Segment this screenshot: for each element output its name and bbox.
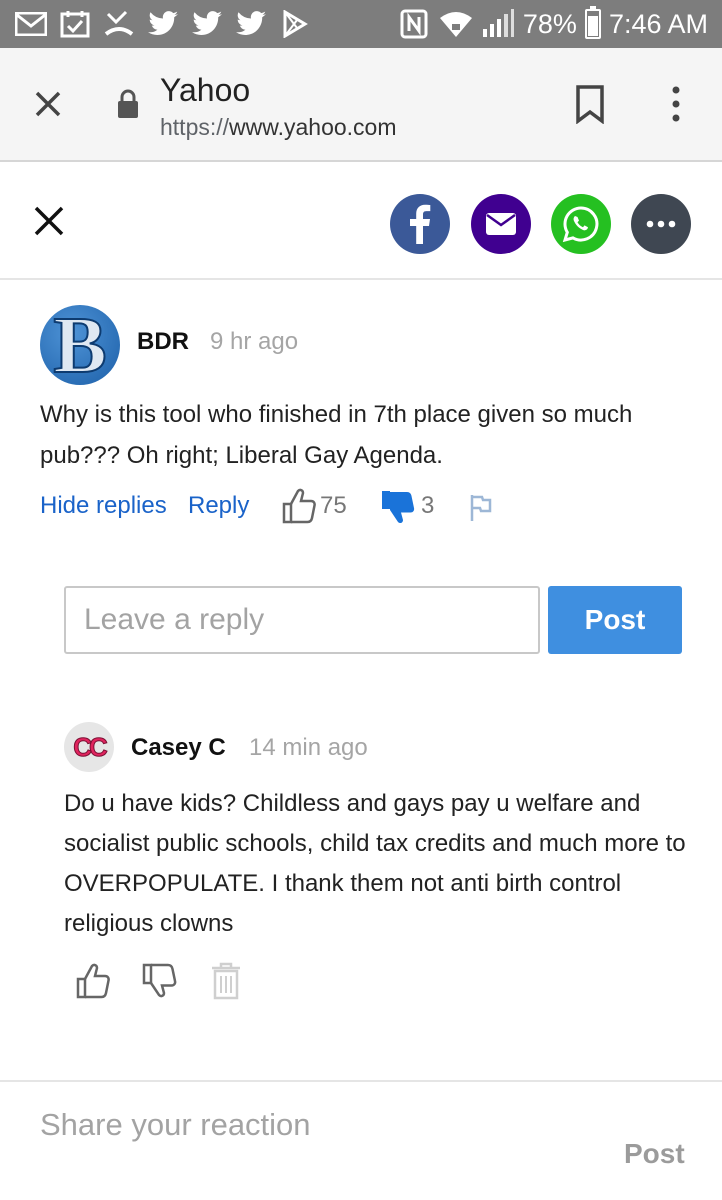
reply-avatar[interactable]: CC — [64, 722, 114, 772]
comment-actions: Hide replies Reply 75 3 — [40, 487, 520, 527]
battery-level — [587, 15, 598, 36]
post-reply-button[interactable]: Post — [548, 586, 682, 654]
bookmark-icon[interactable] — [572, 84, 608, 125]
wifi-icon — [439, 9, 473, 39]
whatsapp-share-button[interactable] — [551, 194, 611, 254]
calendar-check-icon — [58, 9, 92, 39]
reply-link[interactable]: Reply — [188, 492, 249, 520]
email-share-button[interactable] — [471, 194, 531, 254]
browser-toolbar: Yahoo https://www.yahoo.com — [0, 48, 722, 162]
avatar-letter: B — [52, 305, 107, 385]
reply-thumbs-up-icon[interactable] — [76, 962, 112, 1000]
system-icons: 78% 7:46 AM — [397, 0, 708, 48]
close-tab-icon[interactable] — [28, 84, 68, 124]
twitter-icon — [190, 9, 224, 39]
lock-icon — [116, 88, 140, 120]
battery-icon — [584, 6, 601, 39]
reply-username[interactable]: Casey C — [131, 734, 226, 762]
reply-text: Do u have kids? Childless and gays pay u… — [64, 790, 686, 937]
notification-icons — [14, 6, 312, 42]
close-icon[interactable] — [32, 204, 66, 238]
trash-icon[interactable] — [210, 962, 242, 1000]
email-icon — [486, 213, 516, 235]
reaction-post-button[interactable]: Post — [624, 1138, 685, 1170]
reply-input[interactable] — [64, 586, 540, 654]
signal-icon — [481, 9, 515, 39]
page-title: Yahoo — [160, 72, 251, 108]
facebook-share-button[interactable] — [390, 194, 450, 254]
reply-avatar-text: CC — [73, 731, 109, 762]
play-store-icon — [278, 9, 312, 39]
overflow-menu-icon[interactable] — [664, 84, 688, 124]
twitter-icon — [146, 9, 180, 39]
mail-icon — [14, 9, 48, 39]
url-display[interactable]: https://www.yahoo.com — [160, 114, 397, 141]
nfc-icon — [397, 9, 431, 39]
comment-text: Why is this tool who finished in 7th pla… — [40, 401, 633, 469]
battery-percent: 78% — [522, 8, 577, 39]
comment-username[interactable]: BDR — [137, 328, 189, 356]
whatsapp-icon — [562, 206, 599, 243]
url-host: www.yahoo.com — [229, 114, 397, 140]
more-share-button[interactable] — [631, 194, 691, 254]
thumbs-up-icon[interactable] — [282, 487, 316, 525]
url-scheme: https:// — [160, 114, 230, 140]
status-bar: 78% 7:46 AM — [0, 0, 722, 48]
comment-timestamp: 9 hr ago — [210, 328, 299, 355]
divider — [0, 1080, 722, 1082]
flag-icon[interactable] — [468, 493, 494, 523]
twitter-icon — [234, 9, 268, 39]
missed-call-icon — [102, 9, 136, 39]
more-icon — [646, 220, 676, 228]
clock: 7:46 AM — [608, 8, 708, 39]
reply-timestamp: 14 min ago — [249, 734, 368, 761]
avatar[interactable]: B — [40, 305, 120, 385]
reply-thumbs-down-icon[interactable] — [142, 962, 178, 1000]
facebook-icon — [410, 204, 431, 244]
thumbs-up-count: 75 — [320, 492, 347, 519]
thumbs-down-count: 3 — [421, 492, 435, 519]
thumbs-down-icon[interactable] — [380, 489, 416, 527]
hide-replies-link[interactable]: Hide replies — [40, 492, 167, 520]
reaction-input[interactable] — [40, 1100, 600, 1150]
share-bar — [0, 162, 722, 280]
